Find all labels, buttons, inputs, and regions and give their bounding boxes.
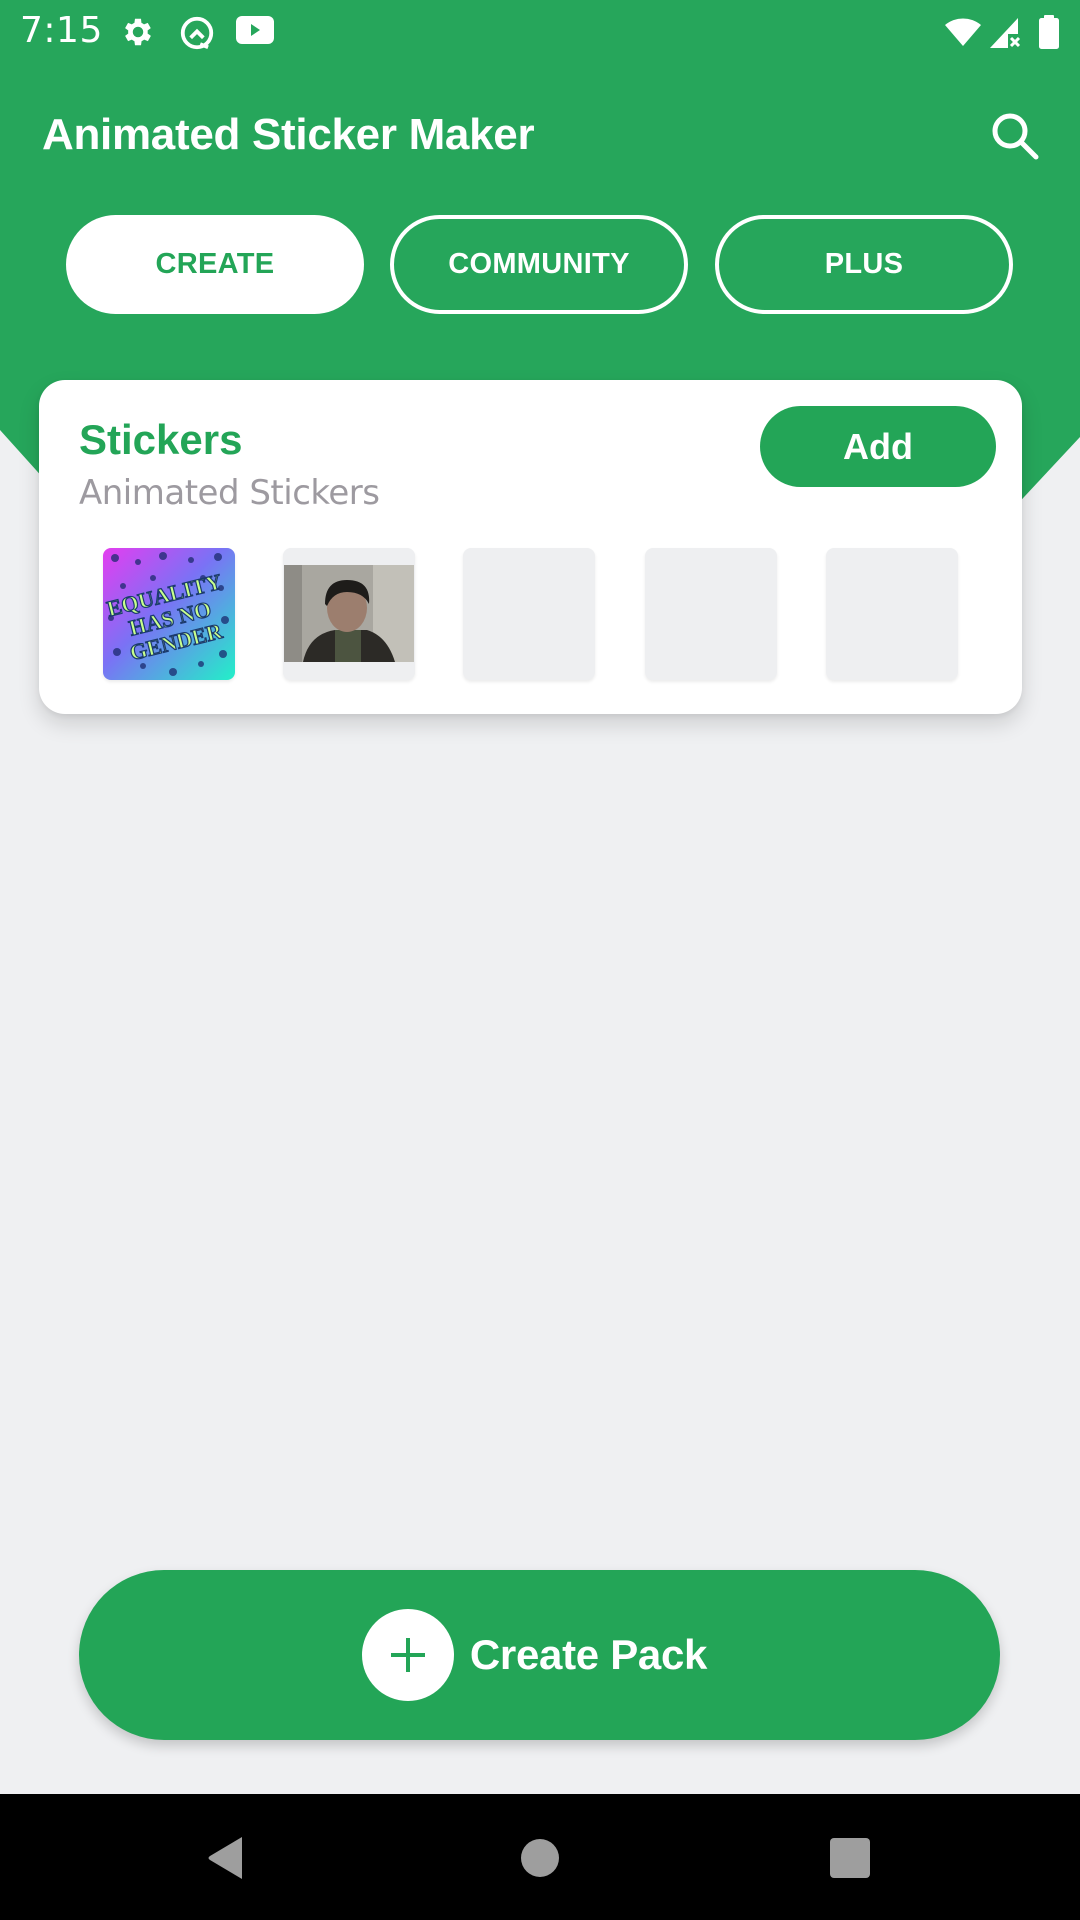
- youtube-icon: [235, 14, 275, 51]
- wifi-icon: [944, 16, 982, 53]
- plus-icon: [361, 1609, 454, 1701]
- sticker-thumbnail[interactable]: EQUALITY HAS NO GENDER: [103, 548, 235, 680]
- equality-sticker-image: EQUALITY HAS NO GENDER: [103, 548, 235, 680]
- status-bar: 7:15: [0, 0, 1080, 66]
- empty-sticker-slot[interactable]: [463, 548, 595, 680]
- system-nav-bar: [0, 1794, 1080, 1920]
- q-notification-icon: [178, 14, 216, 57]
- pack-title: Stickers: [79, 416, 243, 463]
- nav-home-button[interactable]: [510, 1830, 570, 1890]
- cell-signal-no-data-icon: [988, 14, 1024, 55]
- search-button[interactable]: [985, 106, 1045, 166]
- add-sticker-button[interactable]: Add: [760, 406, 996, 487]
- pack-subtitle: Animated Stickers: [79, 473, 380, 513]
- home-circle-icon: [520, 1838, 560, 1883]
- create-pack-label: Create Pack: [469, 1631, 708, 1678]
- empty-sticker-slot[interactable]: [645, 548, 777, 680]
- tab-community[interactable]: COMMUNITY: [390, 215, 688, 314]
- recents-square-icon: [829, 1837, 871, 1884]
- create-pack-button[interactable]: Create Pack: [79, 1570, 1000, 1740]
- nav-recents-button[interactable]: [820, 1830, 880, 1890]
- tab-plus[interactable]: PLUS: [715, 215, 1013, 314]
- battery-icon: [1038, 14, 1060, 55]
- back-triangle-icon: [204, 1835, 248, 1886]
- search-icon: [985, 113, 1045, 170]
- app-title: Animated Sticker Maker: [42, 110, 535, 159]
- status-time: 7:15: [20, 10, 103, 51]
- tab-create[interactable]: CREATE: [66, 215, 364, 314]
- video-frame-image: [283, 548, 415, 680]
- settings-gear-icon: [120, 14, 156, 55]
- nav-back-button[interactable]: [196, 1830, 256, 1890]
- sticker-pack-card[interactable]: Stickers Animated Stickers Add EQUALITY: [39, 380, 1022, 714]
- empty-sticker-slot[interactable]: [826, 548, 958, 680]
- sticker-thumbnail[interactable]: [283, 548, 415, 680]
